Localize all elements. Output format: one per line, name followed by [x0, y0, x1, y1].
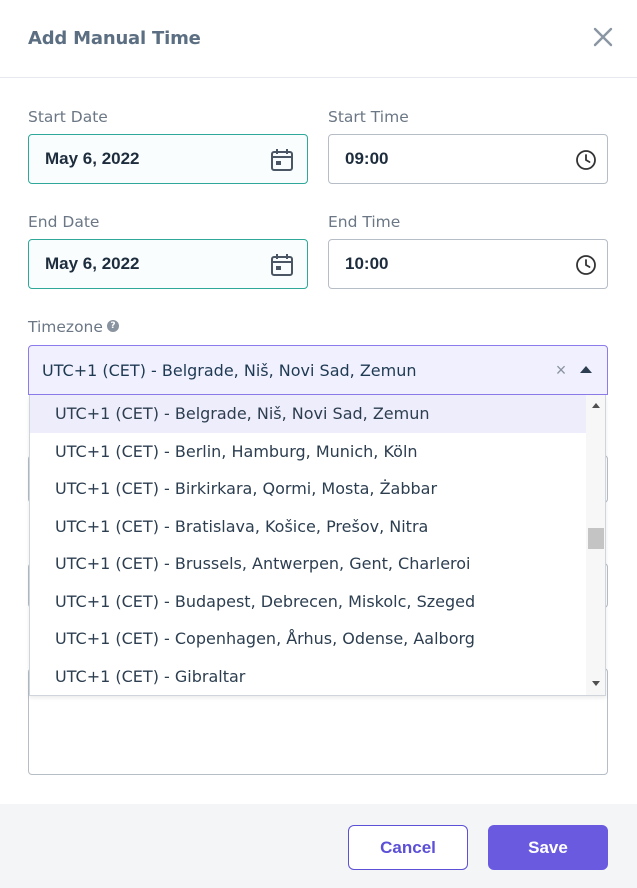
timezone-option[interactable]: UTC+1 (CET) - Brussels, Antwerpen, Gent,… [30, 545, 586, 583]
cancel-button[interactable]: Cancel [348, 825, 468, 870]
add-manual-time-modal: Add Manual Time Start Date May 6, 2022 S… [0, 0, 637, 888]
calendar-icon[interactable] [269, 252, 295, 278]
end-date-label: End Date [28, 213, 100, 231]
scroll-down-icon[interactable] [592, 681, 600, 686]
end-time-field[interactable]: 10:00 [328, 239, 608, 289]
start-time-label: Start Time [328, 108, 409, 126]
timezone-selected-value: UTC+1 (CET) - Belgrade, Niš, Novi Sad, Z… [42, 361, 417, 380]
timezone-label: Timezone [28, 318, 103, 336]
timezone-option[interactable]: UTC+1 (CET) - Copenhagen, Århus, Odense,… [30, 620, 586, 658]
timezone-option[interactable]: UTC+1 (CET) - Birkirkara, Qormi, Mosta, … [30, 470, 586, 508]
save-button[interactable]: Save [488, 825, 608, 870]
start-date-label: Start Date [28, 108, 108, 126]
start-date-value: May 6, 2022 [45, 149, 140, 168]
timezone-option[interactable]: UTC+1 (CET) - Budapest, Debrecen, Miskol… [30, 583, 586, 621]
clock-icon[interactable] [573, 147, 599, 173]
start-time-field[interactable]: 09:00 [328, 134, 608, 184]
end-time-label: End Time [328, 213, 401, 231]
chevron-up-icon[interactable] [580, 366, 592, 373]
end-time-value: 10:00 [345, 254, 389, 273]
close-icon[interactable] [590, 24, 616, 50]
end-date-field[interactable]: May 6, 2022 [28, 239, 308, 289]
scroll-thumb[interactable] [588, 528, 604, 549]
help-icon[interactable]: ? [107, 320, 119, 332]
timezone-option[interactable]: UTC+1 (CET) - Berlin, Hamburg, Munich, K… [30, 433, 586, 471]
scroll-up-icon[interactable] [592, 403, 600, 408]
modal-footer: Cancel Save [0, 804, 637, 888]
timezone-option[interactable]: UTC+1 (CET) - Gibraltar [30, 658, 586, 696]
modal-title: Add Manual Time [28, 28, 201, 49]
timezone-option[interactable]: UTC+1 (CET) - Bratislava, Košice, Prešov… [30, 508, 586, 546]
calendar-icon[interactable] [269, 147, 295, 173]
timezone-option[interactable]: UTC+1 (CET) - Belgrade, Niš, Novi Sad, Z… [30, 395, 586, 433]
start-date-field[interactable]: May 6, 2022 [28, 134, 308, 184]
timezone-dropdown: UTC+1 (CET) - Belgrade, Niš, Novi Sad, Z… [29, 395, 606, 696]
end-date-value: May 6, 2022 [45, 254, 140, 273]
clear-icon[interactable]: × [551, 360, 571, 380]
timezone-select[interactable]: UTC+1 (CET) - Belgrade, Niš, Novi Sad, Z… [28, 345, 608, 395]
start-time-value: 09:00 [345, 149, 389, 168]
modal-header: Add Manual Time [0, 0, 637, 78]
scrollbar[interactable] [586, 395, 605, 695]
clock-icon[interactable] [573, 252, 599, 278]
